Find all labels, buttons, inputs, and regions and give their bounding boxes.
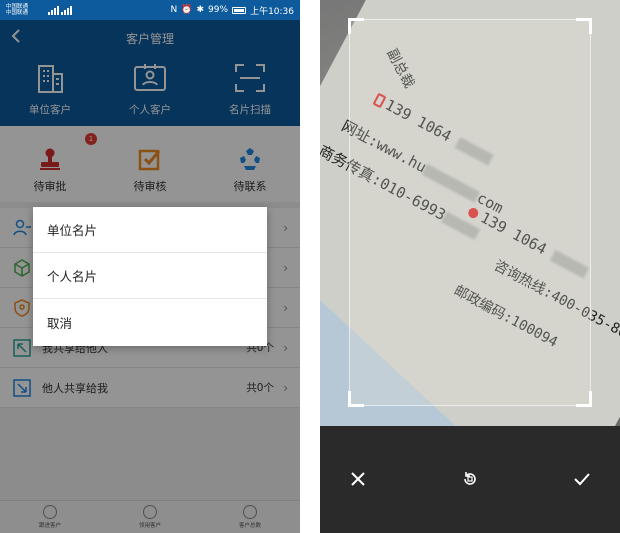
carrier-line-2: 中国联通 [6, 10, 29, 16]
scan-frame [348, 18, 592, 407]
frame-corner [348, 391, 364, 407]
option-personal-card[interactable]: 个人名片 [33, 253, 267, 299]
alarm-icon: ⏰ [181, 5, 193, 15]
carrier-info: 中国联通 中国联通 [6, 4, 46, 16]
option-unit-card[interactable]: 单位名片 [33, 207, 267, 253]
signal-icon [48, 5, 59, 15]
close-icon[interactable] [348, 470, 368, 490]
option-cancel[interactable]: 取消 [33, 299, 267, 345]
nfc-icon: N [170, 5, 178, 15]
frame-corner [576, 18, 592, 34]
frame-corner [348, 18, 364, 34]
signal-icon-2 [61, 5, 72, 15]
check-icon[interactable] [572, 470, 592, 490]
card-scan-screen: 副总裁 139 1064 网址:www.hucom 商务传真:010-6993 … [320, 0, 620, 533]
camera-preview: 副总裁 139 1064 网址:www.hucom 商务传真:010-6993 … [320, 0, 620, 426]
battery-percent: 99% [208, 5, 229, 15]
screenshot-root: 中国联通 中国联通 N ⏰ ✱ 99% 上午10:36 客户管理 单位客户 个人… [0, 0, 620, 533]
scan-area [350, 20, 590, 405]
battery-icon [232, 6, 247, 14]
status-right: N ⏰ ✱ 99% 上午10:36 [171, 4, 294, 17]
camera-controls [320, 426, 620, 533]
frame-corner [576, 391, 592, 407]
bluetooth-icon: ✱ [196, 5, 205, 15]
divider [300, 0, 320, 533]
status-bar: 中国联通 中国联通 N ⏰ ✱ 99% 上午10:36 [0, 0, 300, 20]
customer-management-screen: 中国联通 中国联通 N ⏰ ✱ 99% 上午10:36 客户管理 单位客户 个人… [0, 0, 300, 533]
clock: 上午10:36 [250, 6, 294, 17]
card-type-dialog: 单位名片 个人名片 取消 [33, 207, 267, 346]
rotate-icon[interactable] [460, 470, 480, 490]
